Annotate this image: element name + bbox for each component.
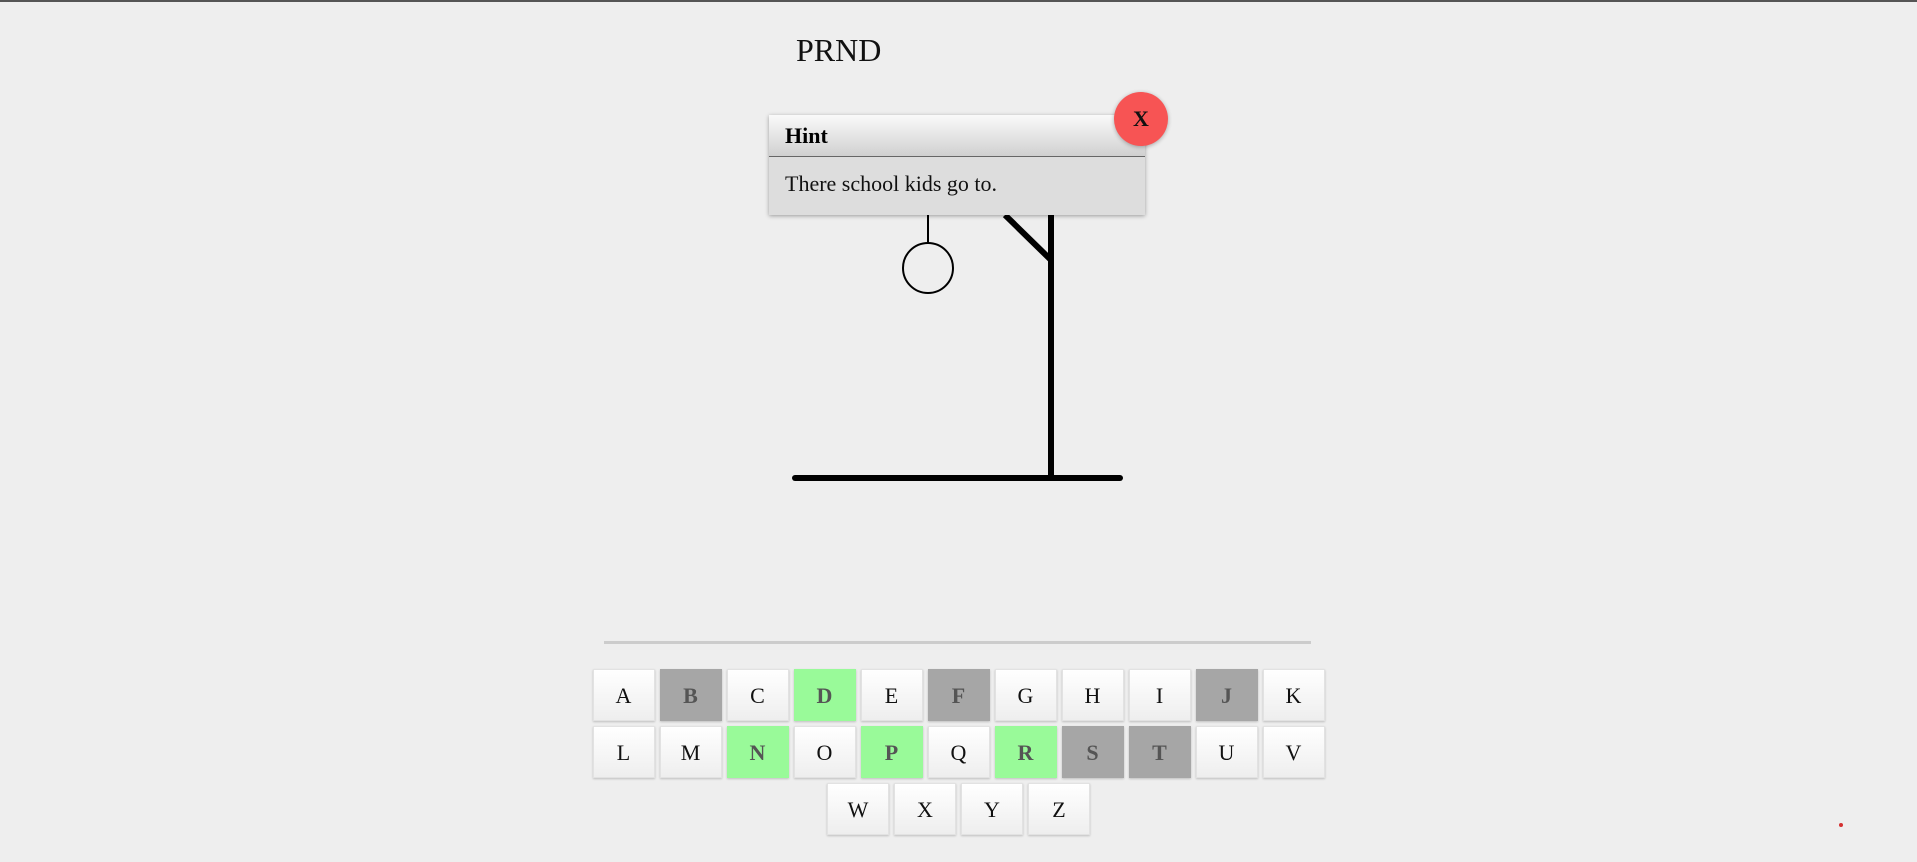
letter-key-h[interactable]: H: [1061, 669, 1124, 721]
letter-key-k[interactable]: K: [1262, 669, 1325, 721]
letter-key-a[interactable]: A: [592, 669, 655, 721]
letter-key-z[interactable]: Z: [1028, 783, 1090, 835]
indicator-dot: [1839, 823, 1843, 827]
letter-key-w[interactable]: W: [827, 783, 889, 835]
gallows-brace: [1002, 212, 1054, 263]
hint-title: Hint: [769, 115, 1145, 157]
letter-key-y[interactable]: Y: [961, 783, 1023, 835]
letter-key-t[interactable]: T: [1128, 726, 1191, 778]
keyboard-row: LMNOPQRSTUV: [0, 726, 1917, 778]
letter-key-p[interactable]: P: [860, 726, 923, 778]
hangman-head: [902, 242, 954, 294]
divider: [604, 641, 1311, 644]
letter-key-b[interactable]: B: [659, 669, 722, 721]
letter-key-d[interactable]: D: [793, 669, 856, 721]
letter-key-i[interactable]: I: [1128, 669, 1191, 721]
letter-key-c[interactable]: C: [726, 669, 789, 721]
hint-popup: Hint There school kids go to.: [769, 115, 1145, 215]
letter-key-q[interactable]: Q: [927, 726, 990, 778]
letter-key-o[interactable]: O: [793, 726, 856, 778]
letter-key-j[interactable]: J: [1195, 669, 1258, 721]
close-hint-button[interactable]: X: [1114, 92, 1168, 146]
letter-key-e[interactable]: E: [860, 669, 923, 721]
letter-key-r[interactable]: R: [994, 726, 1057, 778]
letter-key-u[interactable]: U: [1195, 726, 1258, 778]
hint-text: There school kids go to.: [785, 171, 998, 196]
keyboard-row: ABCDEFGHIJK: [0, 669, 1917, 721]
letter-keyboard: ABCDEFGHIJKLMNOPQRSTUVWXYZ: [0, 669, 1917, 840]
letter-key-s[interactable]: S: [1061, 726, 1124, 778]
letter-key-n[interactable]: N: [726, 726, 789, 778]
letter-key-f[interactable]: F: [927, 669, 990, 721]
letter-key-l[interactable]: L: [592, 726, 655, 778]
letter-key-m[interactable]: M: [659, 726, 722, 778]
letter-key-g[interactable]: G: [994, 669, 1057, 721]
letter-key-x[interactable]: X: [894, 783, 956, 835]
keyboard-row: WXYZ: [0, 783, 1917, 835]
letter-key-v[interactable]: V: [1262, 726, 1325, 778]
